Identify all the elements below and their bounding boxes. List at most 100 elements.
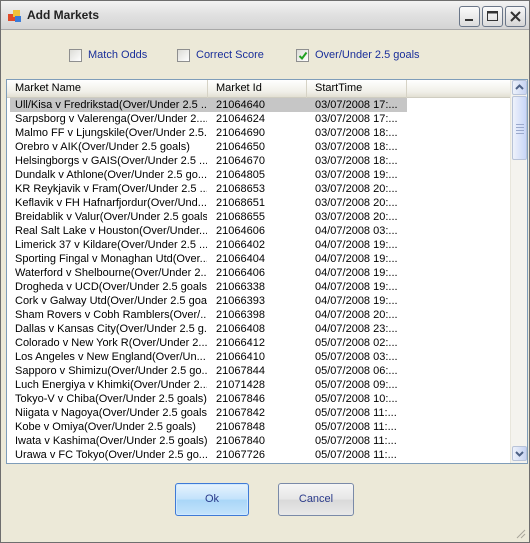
table-row[interactable] — [7, 462, 511, 463]
market-name-cell: Breidablik v Valur(Over/Under 2.5 goals) — [15, 211, 207, 223]
table-row[interactable]: Luch Energiya v Khimki(Over/Under 2.... 2… — [7, 378, 511, 392]
market-name-cell: Orebro v AIK(Over/Under 2.5 goals) — [15, 141, 190, 153]
market-id-cell: 21066410 — [216, 351, 265, 363]
checkbox-box[interactable] — [177, 48, 190, 62]
market-name-cell: Sapporo v Shimizu(Over/Under 2.5 go... — [15, 365, 207, 377]
start-time-cell: 03/07/2008 20:... — [315, 183, 398, 195]
over-under-checkbox[interactable]: Over/Under 2.5 goals — [296, 48, 420, 62]
market-name-cell: Niigata v Nagoya(Over/Under 2.5 goals) — [15, 407, 207, 419]
market-id-cell: 21068655 — [216, 211, 265, 223]
market-id-cell: 21066402 — [216, 239, 265, 251]
market-name-cell: Dallas v Kansas City(Over/Under 2.5 g... — [15, 323, 207, 335]
table-row[interactable]: Helsingborgs v GAIS(Over/Under 2.5 ... 21… — [7, 154, 511, 168]
market-name-cell: Keflavik v FH Hafnarfjordur(Over/Und... — [15, 197, 207, 209]
start-time-cell: 05/07/2008 11:... — [315, 449, 397, 461]
table-row[interactable]: KR Reykjavik v Fram(Over/Under 2.5 ... 21… — [7, 182, 511, 196]
market-id-cell: 21064670 — [216, 155, 265, 167]
ok-button[interactable]: Ok — [175, 483, 249, 516]
market-name-cell: Ull/Kisa v Fredrikstad(Over/Under 2.5 ..… — [15, 99, 207, 111]
start-time-cell: 03/07/2008 18:... — [315, 155, 398, 167]
market-name-cell — [10, 462, 207, 463]
resize-grip-icon[interactable] — [514, 527, 526, 539]
title-bar[interactable]: Add Markets — [1, 1, 529, 30]
table-row[interactable]: Sporting Fingal v Monaghan Utd(Over... 21… — [7, 252, 511, 266]
checkbox-box[interactable] — [296, 48, 309, 62]
market-name-cell: Waterford v Shelbourne(Over/Under 2... — [15, 267, 207, 279]
start-time-cell: 05/07/2008 03:... — [315, 351, 398, 363]
market-id-cell: 21067726 — [216, 449, 265, 461]
table-row[interactable]: Colorado v New York R(Over/Under 2.... 21… — [7, 336, 511, 350]
table-row[interactable]: Urawa v FC Tokyo(Over/Under 2.5 go... 210… — [7, 448, 511, 462]
market-id-cell: 21066338 — [216, 281, 265, 293]
table-row[interactable]: Waterford v Shelbourne(Over/Under 2... 21… — [7, 266, 511, 280]
market-id-cell: 21066393 — [216, 295, 265, 307]
app-icon — [7, 8, 23, 24]
table-row[interactable]: Orebro v AIK(Over/Under 2.5 goals) 210646… — [7, 140, 511, 154]
market-id-cell: 21071428 — [216, 379, 265, 391]
checkbox-label: Match Odds — [88, 49, 148, 61]
column-header-market-name[interactable]: Market Name — [7, 80, 208, 98]
market-id-cell: 21068651 — [216, 197, 265, 209]
minimize-button[interactable] — [459, 6, 480, 27]
scroll-up-button[interactable] — [512, 80, 527, 95]
scroll-down-button[interactable] — [512, 446, 527, 461]
market-id-cell: 21067844 — [216, 365, 265, 377]
market-name-cell: Real Salt Lake v Houston(Over/Under... — [15, 225, 207, 237]
market-name-cell: Sarpsborg v Valerenga(Over/Under 2.... — [15, 113, 207, 125]
start-time-cell — [310, 462, 404, 463]
table-row[interactable]: Los Angeles v New England(Over/Un... 2106… — [7, 350, 511, 364]
table-row[interactable]: Sham Rovers v Cobh Ramblers(Over/... 2106… — [7, 308, 511, 322]
start-time-cell: 05/07/2008 11:... — [315, 421, 397, 433]
table-row[interactable]: Kobe v Omiya(Over/Under 2.5 goals) 210678… — [7, 420, 511, 434]
markets-table[interactable]: Market Name Market Id StartTime Ull/Kisa… — [6, 79, 528, 464]
column-header-start-time[interactable]: StartTime — [307, 80, 407, 98]
market-name-cell: Colorado v New York R(Over/Under 2.... — [15, 337, 207, 349]
market-id-cell: 21064640 — [216, 99, 265, 111]
market-name-cell: Drogheda v UCD(Over/Under 2.5 goals) — [15, 281, 207, 293]
market-id-cell: 21064690 — [216, 127, 265, 139]
market-id-cell: 21064606 — [216, 225, 265, 237]
market-name-cell: Limerick 37 v Kildare(Over/Under 2.5 ... — [15, 239, 207, 251]
market-id-cell — [211, 462, 307, 463]
table-row[interactable]: Real Salt Lake v Houston(Over/Under... 21… — [7, 224, 511, 238]
cancel-button[interactable]: Cancel — [278, 483, 354, 516]
table-row[interactable]: Drogheda v UCD(Over/Under 2.5 goals) 2106… — [7, 280, 511, 294]
correct-score-checkbox[interactable]: Correct Score — [177, 48, 264, 62]
market-id-cell: 21067846 — [216, 393, 265, 405]
table-row[interactable]: Dallas v Kansas City(Over/Under 2.5 g...… — [7, 322, 511, 336]
table-row[interactable]: Cork v Galway Utd(Over/Under 2.5 goals) 2… — [7, 294, 511, 308]
table-row[interactable]: Keflavik v FH Hafnarfjordur(Over/Und... 2… — [7, 196, 511, 210]
add-markets-window: Add Markets Match Odds Correct Score Ove… — [0, 0, 530, 543]
checkbox-box[interactable] — [69, 48, 82, 62]
start-time-cell: 04/07/2008 20:... — [315, 309, 398, 321]
start-time-cell: 05/07/2008 09:... — [315, 379, 398, 391]
start-time-cell: 03/07/2008 17:... — [315, 99, 398, 111]
start-time-cell: 03/07/2008 18:... — [315, 127, 398, 139]
table-row[interactable]: Tokyo-V v Chiba(Over/Under 2.5 goals) 210… — [7, 392, 511, 406]
maximize-button[interactable] — [482, 6, 503, 27]
table-body: Ull/Kisa v Fredrikstad(Over/Under 2.5 ..… — [7, 98, 511, 463]
table-row[interactable]: Niigata v Nagoya(Over/Under 2.5 goals) 21… — [7, 406, 511, 420]
scroll-thumb[interactable] — [512, 96, 527, 160]
table-row[interactable]: Limerick 37 v Kildare(Over/Under 2.5 ...… — [7, 238, 511, 252]
start-time-cell: 03/07/2008 20:... — [315, 197, 398, 209]
market-name-cell: Iwata v Kashima(Over/Under 2.5 goals) — [15, 435, 207, 447]
market-id-cell: 21064624 — [216, 113, 265, 125]
market-id-cell: 21066408 — [216, 323, 265, 335]
start-time-cell: 04/07/2008 03:... — [315, 225, 398, 237]
table-row[interactable]: Dundalk v Athlone(Over/Under 2.5 go... 21… — [7, 168, 511, 182]
start-time-cell: 05/07/2008 06:... — [315, 365, 398, 377]
vertical-scrollbar[interactable] — [510, 80, 527, 463]
table-row[interactable]: Iwata v Kashima(Over/Under 2.5 goals) 210… — [7, 434, 511, 448]
close-button[interactable] — [505, 6, 526, 27]
market-id-cell: 21067848 — [216, 421, 265, 433]
table-row[interactable]: Sarpsborg v Valerenga(Over/Under 2.... 21… — [7, 112, 511, 126]
table-row[interactable]: Malmo FF v Ljungskile(Over/Under 2.5... 2… — [7, 126, 511, 140]
market-name-cell: Kobe v Omiya(Over/Under 2.5 goals) — [15, 421, 196, 433]
table-row[interactable]: Sapporo v Shimizu(Over/Under 2.5 go... 21… — [7, 364, 511, 378]
start-time-cell: 04/07/2008 19:... — [315, 281, 398, 293]
table-row[interactable]: Ull/Kisa v Fredrikstad(Over/Under 2.5 ..… — [7, 98, 511, 112]
table-row[interactable]: Breidablik v Valur(Over/Under 2.5 goals)… — [7, 210, 511, 224]
column-header-market-id[interactable]: Market Id — [208, 80, 307, 98]
match-odds-checkbox[interactable]: Match Odds — [69, 48, 147, 62]
